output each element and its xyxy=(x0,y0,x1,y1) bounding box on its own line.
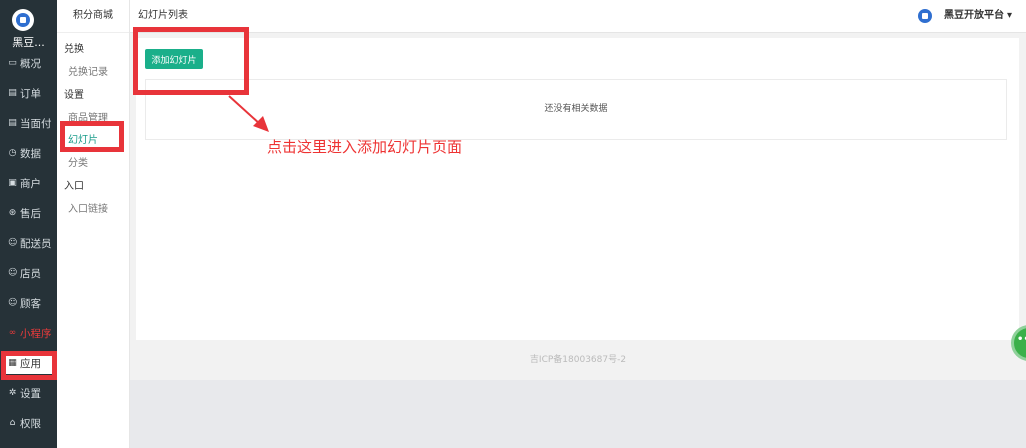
sidebar-item-label: 售后 xyxy=(20,207,41,220)
subnav-group-exchange: 兑换 xyxy=(64,44,84,55)
settings-icon: ✲ xyxy=(8,387,17,398)
sidebar-item-face-pay[interactable]: ▤ 当面付 xyxy=(0,108,57,138)
courier-icon: ☺ xyxy=(8,237,18,248)
sidebar-item-clerk[interactable]: ☺ 店员 xyxy=(0,258,57,288)
sidebar-item-permissions[interactable]: ⌂ 权限 xyxy=(0,408,57,438)
miniprogram-icon: ∞ xyxy=(8,327,17,338)
subnav-group-entry: 入口 xyxy=(64,181,84,192)
sidebar-item-label: 商户 xyxy=(20,177,41,190)
sidebar-item-merchant[interactable]: ▣ 商户 xyxy=(0,168,57,198)
sidebar-item-overview[interactable]: ▭ 概况 xyxy=(0,48,57,78)
platform-logo-icon xyxy=(917,9,932,23)
page-bottom xyxy=(130,380,1026,448)
sidebar-item-data[interactable]: ◷ 数据 xyxy=(0,138,57,168)
lock-icon: ⌂ xyxy=(9,417,16,428)
subnav-item-exchange-records[interactable]: 兑换记录 xyxy=(68,63,108,78)
subnav-group-settings: 设置 xyxy=(64,90,84,101)
aftersale-icon: ⊛ xyxy=(8,207,17,218)
sidebar-item-settings[interactable]: ✲ 设置 xyxy=(0,378,57,408)
annotation-box-slides xyxy=(60,121,124,152)
sidebar-item-label: 顾客 xyxy=(20,297,41,310)
sidebar-item-label: 权限 xyxy=(20,417,41,430)
annotation-box-add-button xyxy=(133,27,249,95)
chevron-down-icon: ▾ xyxy=(1006,10,1012,21)
sidebar-item-label: 小程序 xyxy=(20,327,52,340)
clerk-icon: ☺ xyxy=(8,267,18,278)
sidebar-item-label: 配送员 xyxy=(20,237,52,250)
annotation-box-apps xyxy=(1,351,57,380)
sidebar-item-label: 设置 xyxy=(20,387,41,400)
overview-icon: ▭ xyxy=(8,57,17,68)
platform-name: 黑豆开放平台 xyxy=(943,10,1004,21)
data-icon: ◷ xyxy=(8,147,17,158)
chat-icon: •• xyxy=(1017,334,1026,345)
sidebar-item-label: 概况 xyxy=(20,57,41,70)
main-sidebar: 黑豆... ▭ 概况 ▤ 订单 ▤ 当面付 ◷ 数据 ▣ 商户 ⊛ 售后 ☺ 配送员 ☺ 店员 … xyxy=(0,0,57,448)
icp-record[interactable]: 吉ICP备18003687号-2 xyxy=(130,340,1026,380)
sidebar-item-label: 店员 xyxy=(20,267,41,280)
customer-icon: ☺ xyxy=(8,297,18,308)
sidebar-item-courier[interactable]: ☺ 配送员 xyxy=(0,228,57,258)
sidebar-item-orders[interactable]: ▤ 订单 xyxy=(0,78,57,108)
top-bar: 幻灯片列表 黑豆开放平台 ▾ xyxy=(130,0,1026,33)
subnav-item-entry-link[interactable]: 入口链接 xyxy=(68,200,108,215)
subnav-item-categories[interactable]: 分类 xyxy=(68,154,88,169)
platform-menu[interactable]: 黑豆开放平台 ▾ xyxy=(917,0,1012,32)
merchant-icon: ▣ xyxy=(8,177,17,188)
annotation-text: 点击这里进入添加幻灯片页面 xyxy=(267,138,463,156)
sidebar-item-customer[interactable]: ☺ 顾客 xyxy=(0,288,57,318)
brand-logo-icon[interactable] xyxy=(12,9,34,31)
sidebar-item-label: 订单 xyxy=(20,87,41,100)
sidebar-item-miniprogram[interactable]: ∞ 小程序 xyxy=(0,318,57,348)
sidebar-item-label: 当面付 xyxy=(20,117,52,130)
subnav-title: 积分商城 xyxy=(57,0,129,33)
sub-sidebar: 积分商城 兑换 兑换记录 设置 商品管理 幻灯片 分类 入口 入口链接 xyxy=(57,0,130,448)
order-icon: ▤ xyxy=(8,87,17,98)
pay-icon: ▤ xyxy=(8,117,17,128)
sidebar-item-aftersale[interactable]: ⊛ 售后 xyxy=(0,198,57,228)
annotation-arrow-icon xyxy=(228,95,269,132)
sidebar-item-label: 数据 xyxy=(20,147,41,160)
